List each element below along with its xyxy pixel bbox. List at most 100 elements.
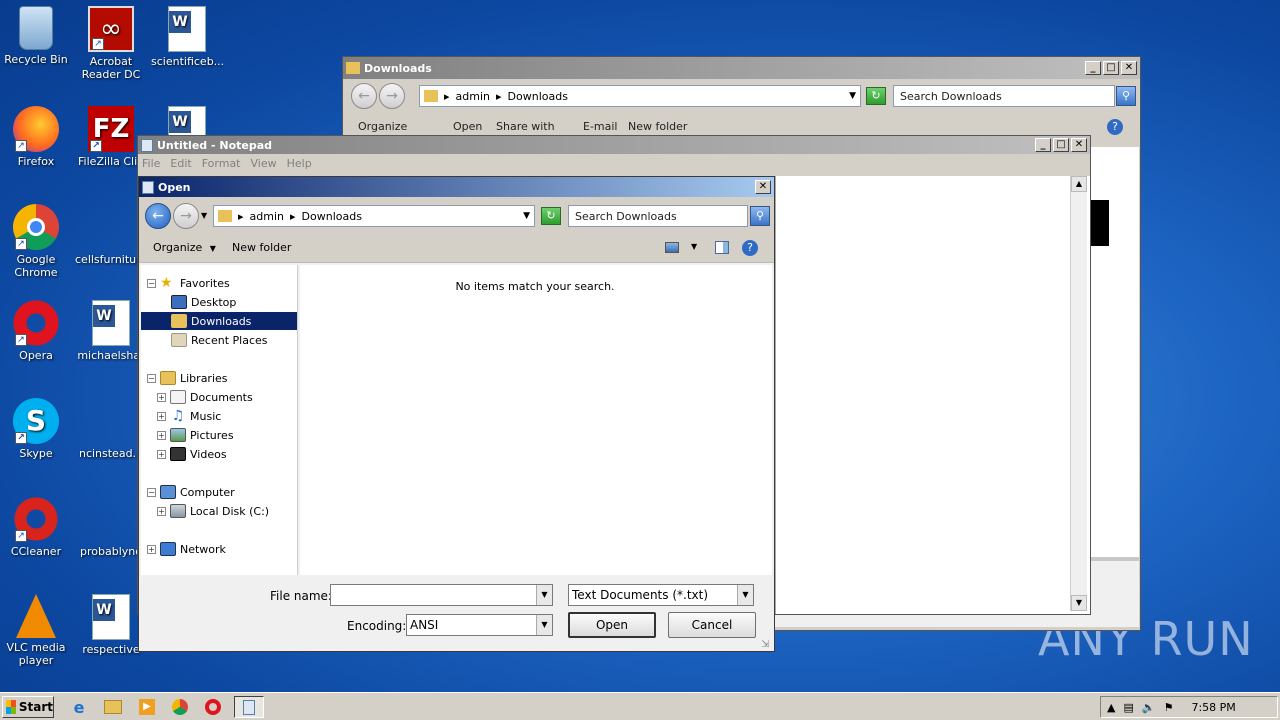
back-button[interactable]: ←	[351, 83, 377, 109]
maximize-button[interactable]: □	[1053, 138, 1069, 152]
collapse-icon[interactable]: −	[147, 373, 156, 383]
collapse-icon[interactable]: −	[147, 278, 156, 288]
menu-help[interactable]: Help	[287, 157, 312, 173]
forward-button[interactable]: →	[173, 203, 199, 229]
search-icon[interactable]: ⚲	[750, 206, 770, 226]
forward-button[interactable]: →	[379, 83, 405, 109]
help-icon[interactable]: ?	[1107, 119, 1123, 135]
new-folder-button[interactable]: New folder	[628, 120, 687, 133]
tree-item-desktop[interactable]: Desktop	[167, 293, 236, 311]
breadcrumb-admin[interactable]: admin	[250, 210, 284, 223]
tree-item-computer[interactable]: − Computer	[147, 483, 235, 501]
taskbar-media-player-icon[interactable]: ▶	[134, 696, 160, 718]
chevron-down-icon[interactable]: ▼	[536, 615, 552, 635]
taskbar-ie-icon[interactable]: e	[66, 696, 92, 718]
recent-pages-chevron-icon[interactable]: ▼	[201, 211, 207, 220]
collapse-icon[interactable]: −	[147, 487, 156, 497]
chevron-down-icon[interactable]: ▼	[849, 91, 856, 101]
explorer-titlebar[interactable]: Downloads _ □ ✕	[343, 57, 1140, 79]
tree-item-music[interactable]: + ♫ Music	[157, 407, 221, 425]
back-button[interactable]: ←	[145, 203, 171, 229]
chevron-down-icon[interactable]: ▼	[523, 211, 530, 221]
view-chevron-down-icon[interactable]: ▼	[691, 242, 697, 251]
chevron-down-icon[interactable]: ▼	[737, 585, 753, 605]
preview-pane-icon[interactable]	[715, 241, 729, 254]
notepad-titlebar[interactable]: Untitled - Notepad _ □ ✕	[138, 136, 1090, 154]
desktop-icon-vlc[interactable]: VLC media player	[0, 594, 72, 667]
expand-icon[interactable]: +	[157, 449, 166, 459]
desktop-icon-ccleaner[interactable]: ↗ CCleaner	[0, 496, 72, 558]
chevron-down-icon[interactable]: ▼	[536, 585, 552, 605]
dialog-search-input[interactable]: Search Downloads	[568, 205, 748, 227]
minimize-button[interactable]: _	[1085, 61, 1101, 75]
help-icon[interactable]: ?	[742, 240, 758, 256]
expand-icon[interactable]: +	[157, 506, 166, 516]
file-list[interactable]: No items match your search.	[300, 265, 772, 575]
close-button[interactable]: ✕	[1121, 61, 1137, 75]
new-folder-button[interactable]: New folder	[232, 241, 291, 254]
tree-item-documents[interactable]: + Documents	[157, 388, 253, 406]
refresh-button[interactable]: ↻	[541, 207, 561, 225]
tree-item-favorites[interactable]: − ★ Favorites	[147, 274, 230, 292]
encoding-select[interactable]: ANSI ▼	[406, 614, 553, 636]
open-button[interactable]: Open	[568, 612, 656, 638]
taskbar-notepad-button[interactable]	[234, 696, 264, 718]
minimize-button[interactable]: _	[1035, 138, 1051, 152]
start-button[interactable]: Start	[2, 696, 54, 718]
tray-expand-icon[interactable]: ▲	[1107, 701, 1115, 714]
expand-icon[interactable]: +	[157, 430, 166, 440]
file-type-select[interactable]: Text Documents (*.txt) ▼	[568, 584, 754, 606]
dialog-address-bar[interactable]: ▸ admin ▸ Downloads ▼	[213, 205, 535, 227]
desktop-icon-opera[interactable]: ↗ Opera	[0, 300, 72, 362]
maximize-button[interactable]: □	[1103, 61, 1119, 75]
tree-item-pictures[interactable]: + Pictures	[157, 426, 234, 444]
explorer-search-input[interactable]: Search Downloads	[893, 85, 1115, 107]
menu-format[interactable]: Format	[202, 157, 241, 173]
view-options-icon[interactable]	[665, 242, 679, 253]
organize-menu[interactable]: Organize ▼	[153, 241, 216, 254]
open-dialog[interactable]: Open ✕ ← → ▼ ▸ admin ▸ Downloads ▼ ↻ Sea…	[138, 176, 775, 652]
network-tray-icon[interactable]: ▤	[1123, 701, 1133, 714]
menu-file[interactable]: File	[142, 157, 160, 173]
menu-edit[interactable]: Edit	[170, 157, 191, 173]
notepad-text-area[interactable]	[775, 176, 1090, 614]
desktop-icon-acrobat[interactable]: ∞ ↗ Acrobat Reader DC	[75, 6, 147, 81]
desktop-icon-scientificeb[interactable]: W scientificeb...	[151, 6, 223, 68]
tree-item-network[interactable]: + Network	[147, 540, 226, 558]
resize-grip-icon[interactable]: ⇲	[761, 639, 769, 650]
scroll-down-icon[interactable]: ▼	[1071, 595, 1087, 611]
cancel-button[interactable]: Cancel	[668, 612, 756, 638]
breadcrumb-downloads[interactable]: Downloads	[302, 210, 362, 223]
volume-icon[interactable]: 🔈	[1142, 701, 1156, 714]
desktop-icon-firefox[interactable]: ↗ Firefox	[0, 106, 72, 168]
open-dialog-titlebar[interactable]: Open ✕	[139, 177, 774, 197]
file-name-input[interactable]: ▼	[330, 584, 553, 606]
expand-icon[interactable]: +	[157, 392, 166, 402]
desktop-icon-skype[interactable]: S ↗ Skype	[0, 398, 72, 460]
search-icon[interactable]: ⚲	[1116, 86, 1136, 106]
tree-item-downloads[interactable]: Downloads	[141, 312, 297, 330]
notepad-vertical-scrollbar[interactable]: ▲ ▼	[1070, 176, 1087, 611]
taskbar-opera-icon[interactable]	[200, 696, 226, 718]
breadcrumb-admin[interactable]: admin	[456, 90, 490, 103]
taskbar-explorer-icon[interactable]	[100, 696, 126, 718]
expand-icon[interactable]: +	[157, 411, 166, 421]
breadcrumb-downloads[interactable]: Downloads	[508, 90, 568, 103]
clock[interactable]: 7:58 PM	[1191, 701, 1235, 714]
close-button[interactable]: ✕	[1071, 138, 1087, 152]
navigation-pane[interactable]: − ★ Favorites Desktop Downloads Recent Pla…	[141, 265, 298, 575]
taskbar-chrome-icon[interactable]	[167, 696, 193, 718]
tree-item-videos[interactable]: + Videos	[157, 445, 227, 463]
refresh-button[interactable]: ↻	[866, 87, 886, 105]
open-menu[interactable]: Open	[453, 120, 482, 133]
close-button[interactable]: ✕	[755, 180, 771, 194]
flag-icon[interactable]: ⚑	[1164, 701, 1174, 714]
menu-view[interactable]: View	[251, 157, 277, 173]
organize-menu[interactable]: Organize	[358, 120, 407, 133]
tree-item-libraries[interactable]: − Libraries	[147, 369, 228, 387]
scroll-up-icon[interactable]: ▲	[1071, 176, 1087, 192]
desktop-icon-recycle-bin[interactable]: Recycle Bin	[0, 6, 72, 66]
share-with-menu[interactable]: Share with	[496, 120, 555, 133]
explorer-address-bar[interactable]: ▸ admin ▸ Downloads ▼	[419, 85, 861, 107]
tree-item-recent-places[interactable]: Recent Places	[167, 331, 268, 349]
